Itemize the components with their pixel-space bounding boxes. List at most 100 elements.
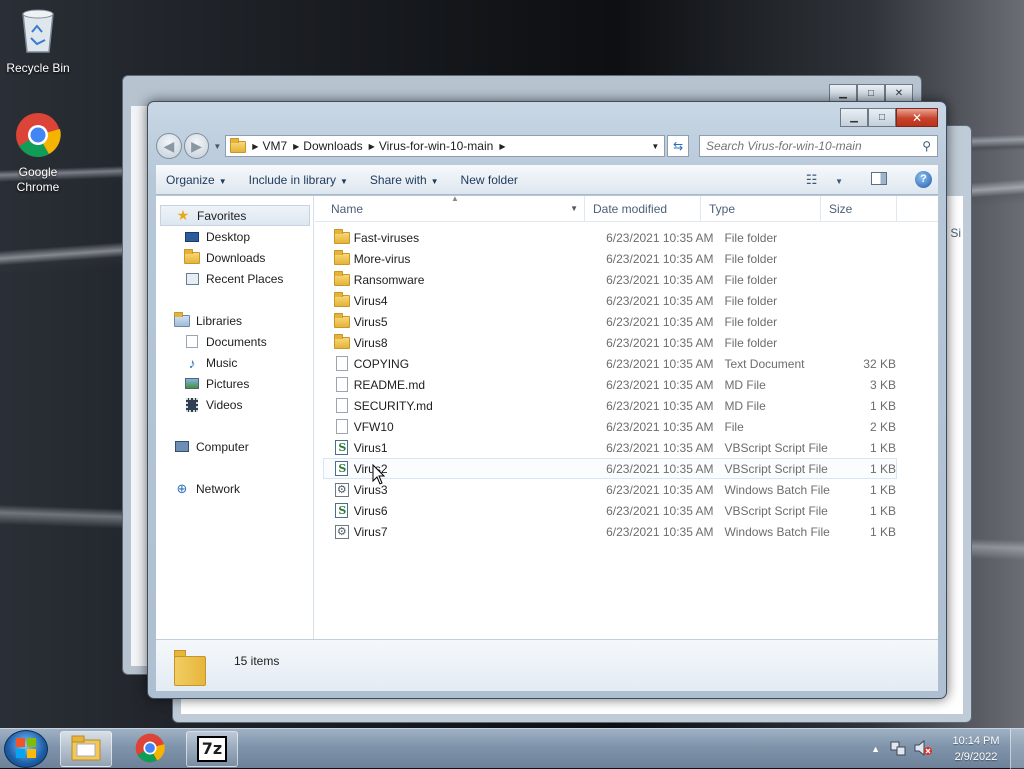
- close-icon[interactable]: ✕: [885, 84, 913, 102]
- nav-item-documents[interactable]: Documents: [156, 331, 314, 352]
- chevron-down-icon: ▼: [340, 176, 348, 186]
- folder-icon: [332, 333, 352, 351]
- windows-explorer-icon: [70, 734, 102, 765]
- file-date-modified: 6/23/2021 10:35 AM: [606, 461, 714, 476]
- column-header-date-modified[interactable]: Date modified: [585, 195, 701, 222]
- refresh-button[interactable]: ⇆: [667, 135, 690, 157]
- nav-item-downloads[interactable]: Downloads: [156, 247, 314, 268]
- breadcrumb-vm7[interactable]: VM7: [258, 139, 293, 153]
- file-row[interactable]: Virus4 6/23/2021 10:35 AM File folder: [323, 290, 897, 311]
- file-row[interactable]: VFW10 6/23/2021 10:35 AM File 2 KB: [323, 416, 897, 437]
- file-row[interactable]: Virus3 6/23/2021 10:35 AM Windows Batch Fi…: [323, 479, 897, 500]
- file-row[interactable]: Ransomware 6/23/2021 10:35 AM File folder: [323, 269, 897, 290]
- minimize-button[interactable]: ▁: [840, 108, 868, 127]
- nav-item-recent-places[interactable]: Recent Places: [156, 268, 314, 289]
- file-type: Windows Batch File: [724, 524, 830, 539]
- file-row[interactable]: COPYING 6/23/2021 10:35 AM Text Document 32…: [323, 353, 897, 374]
- explorer-window[interactable]: ▁ □ ✕ ◀ ▶ ▼ ▶ VM7 ▶ Downloads ▶ Virus-fo…: [147, 101, 947, 699]
- file-row[interactable]: Virus7 6/23/2021 10:35 AM Windows Batch Fi…: [323, 521, 897, 542]
- file-row[interactable]: Virus5 6/23/2021 10:35 AM File folder: [323, 311, 897, 332]
- search-box[interactable]: ⚲: [699, 135, 939, 157]
- maximize-icon[interactable]: □: [857, 84, 885, 102]
- nav-item-pictures[interactable]: Pictures: [156, 373, 314, 394]
- desktop-icon-recycle-bin[interactable]: Recycle Bin: [2, 6, 74, 75]
- breadcrumb-downloads[interactable]: Downloads: [299, 139, 368, 153]
- organize-button[interactable]: Organize ▼: [166, 173, 227, 187]
- nav-item-desktop[interactable]: Desktop: [156, 226, 314, 247]
- file-date-modified: 6/23/2021 10:35 AM: [606, 440, 714, 455]
- file-date-modified: 6/23/2021 10:35 AM: [606, 524, 714, 539]
- address-history-dropdown-icon[interactable]: ▼: [646, 142, 664, 151]
- start-button[interactable]: [4, 730, 48, 768]
- nav-item-videos[interactable]: Videos: [156, 394, 314, 415]
- breadcrumb-separator-icon[interactable]: ▶: [499, 142, 505, 151]
- preview-pane-button[interactable]: [857, 171, 887, 188]
- file-date-modified: 6/23/2021 10:35 AM: [606, 419, 714, 434]
- file-row[interactable]: Virus2 6/23/2021 10:35 AM VBScript Script …: [323, 458, 897, 479]
- nav-libraries[interactable]: Libraries: [156, 310, 314, 331]
- network-tray-icon[interactable]: [890, 740, 906, 759]
- network-icon: ⊕: [176, 480, 188, 496]
- desktop-icon-google-chrome[interactable]: Google Chrome: [2, 112, 74, 195]
- share-with-label: Share with: [369, 172, 427, 187]
- nav-item-music[interactable]: ♪ Music: [156, 352, 314, 373]
- file-row[interactable]: Virus1 6/23/2021 10:35 AM VBScript Script …: [323, 437, 897, 458]
- taskbar-windows-explorer[interactable]: [60, 731, 112, 767]
- file-date-modified: 6/23/2021 10:35 AM: [606, 251, 714, 266]
- desktop-icon: [184, 230, 200, 244]
- forward-button[interactable]: ▶: [183, 133, 210, 159]
- taskbar-7zip[interactable]: 7z: [186, 731, 238, 767]
- file-list: Fast-viruses 6/23/2021 10:35 AM File folde…: [323, 227, 897, 542]
- file-name: Fast-viruses: [353, 230, 420, 245]
- column-header-name[interactable]: ▲ Name ▼: [315, 194, 585, 222]
- file-size: 1 KB: [869, 440, 896, 455]
- maximize-button[interactable]: □: [868, 108, 896, 127]
- file-row[interactable]: SECURITY.md 6/23/2021 10:35 AM MD File 1 KB: [323, 395, 897, 416]
- clock[interactable]: 10:14 PM 2/9/2022: [942, 733, 1010, 765]
- nav-favorites-label: Favorites: [197, 208, 247, 223]
- help-button[interactable]: ?: [901, 171, 932, 188]
- nav-computer[interactable]: Computer: [156, 436, 314, 457]
- minimize-icon[interactable]: ▁: [829, 84, 857, 102]
- videos-icon: [184, 397, 200, 412]
- file-size: 3 KB: [869, 377, 896, 392]
- star-icon: ★: [176, 207, 190, 223]
- change-view-button[interactable]: ☷ ▼: [792, 172, 843, 188]
- file-row[interactable]: Virus8 6/23/2021 10:35 AM File folder: [323, 332, 897, 353]
- include-in-library-button[interactable]: Include in library ▼: [249, 173, 348, 187]
- file-name: Virus4: [353, 293, 388, 308]
- search-icon[interactable]: ⚲: [922, 139, 931, 153]
- column-header-type[interactable]: Type: [701, 195, 821, 222]
- close-icon: ✕: [911, 110, 923, 125]
- taskbar-google-chrome[interactable]: [124, 731, 176, 767]
- file-row[interactable]: Fast-viruses 6/23/2021 10:35 AM File folde…: [323, 227, 897, 248]
- close-button[interactable]: ✕: [896, 108, 938, 127]
- nav-network[interactable]: ⊕ Network: [156, 478, 314, 499]
- view-options-icon: ☷: [805, 171, 818, 187]
- volume-muted-icon[interactable]: [914, 739, 932, 759]
- share-with-button[interactable]: Share with ▼: [370, 173, 439, 187]
- recent-pages-dropdown-icon[interactable]: ▼: [213, 142, 221, 151]
- file-row[interactable]: Virus6 6/23/2021 10:35 AM VBScript Script …: [323, 500, 897, 521]
- include-in-library-label: Include in library: [248, 172, 336, 187]
- file-name: Virus1: [353, 440, 388, 455]
- breadcrumb-virus-for-win-10-main[interactable]: Virus-for-win-10-main: [375, 139, 499, 153]
- nav-favorites[interactable]: ★ Favorites: [160, 205, 310, 226]
- file-name: Virus8: [353, 335, 388, 350]
- file-row[interactable]: README.md 6/23/2021 10:35 AM MD File 3 KB: [323, 374, 897, 395]
- address-bar[interactable]: ▶ VM7 ▶ Downloads ▶ Virus-for-win-10-mai…: [225, 135, 666, 157]
- file-date-modified: 6/23/2021 10:35 AM: [606, 335, 714, 350]
- show-hidden-icons-icon[interactable]: ▲: [871, 744, 880, 754]
- file-type: File folder: [724, 272, 778, 287]
- chevron-down-icon[interactable]: ▼: [570, 204, 578, 213]
- file-row[interactable]: More-virus 6/23/2021 10:35 AM File folder: [323, 248, 897, 269]
- chrome-icon: [135, 733, 165, 766]
- show-desktop-button[interactable]: [1010, 729, 1024, 769]
- column-header-size[interactable]: Size: [821, 195, 897, 222]
- new-folder-button[interactable]: New folder: [461, 173, 518, 187]
- back-button[interactable]: ◀: [156, 133, 182, 159]
- content-area: ★ Favorites Desktop Downloads Recent Pla…: [156, 194, 938, 639]
- search-input[interactable]: [706, 139, 923, 153]
- folder-icon: [332, 249, 352, 267]
- minimize-icon: ▁: [850, 112, 858, 123]
